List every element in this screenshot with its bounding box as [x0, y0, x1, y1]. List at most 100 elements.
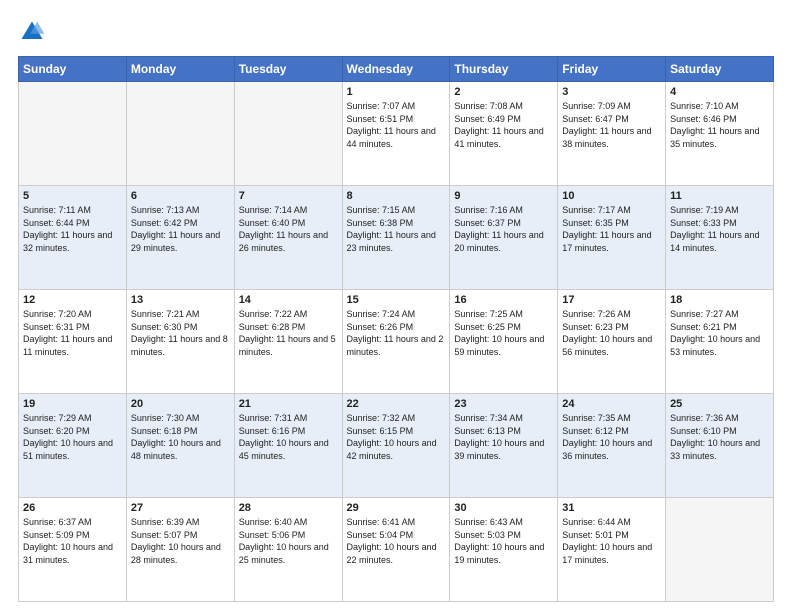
day-info: Sunrise: 7:19 AM Sunset: 6:33 PM Dayligh… — [670, 204, 769, 254]
calendar-week-row: 12 Sunrise: 7:20 AM Sunset: 6:31 PM Dayli… — [19, 290, 774, 394]
calendar-cell: 20 Sunrise: 7:30 AM Sunset: 6:18 PM Dayli… — [126, 394, 234, 498]
day-info: Sunrise: 7:34 AM Sunset: 6:13 PM Dayligh… — [454, 412, 553, 462]
day-number: 21 — [239, 398, 338, 410]
day-number: 13 — [131, 294, 230, 306]
calendar-header-tuesday: Tuesday — [234, 57, 342, 82]
day-number: 15 — [347, 294, 446, 306]
day-info: Sunrise: 6:39 AM Sunset: 5:07 PM Dayligh… — [131, 516, 230, 566]
calendar-week-row: 19Sunrise: 7:29 AM Sunset: 6:20 PM Dayli… — [19, 394, 774, 498]
calendar-cell — [234, 82, 342, 186]
calendar-cell: 17 Sunrise: 7:26 AM Sunset: 6:23 PM Dayli… — [558, 290, 666, 394]
day-number: 18 — [670, 294, 769, 306]
calendar-cell: 9Sunrise: 7:16 AM Sunset: 6:37 PM Daylig… — [450, 186, 558, 290]
day-number: 24 — [562, 398, 661, 410]
day-info: Sunrise: 7:10 AM Sunset: 6:46 PM Dayligh… — [670, 100, 769, 150]
day-number: 19 — [23, 398, 122, 410]
day-number: 31 — [562, 502, 661, 514]
calendar-cell: 10Sunrise: 7:17 AM Sunset: 6:35 PM Dayli… — [558, 186, 666, 290]
day-info: Sunrise: 7:07 AM Sunset: 6:51 PM Dayligh… — [347, 100, 446, 150]
calendar-cell — [126, 82, 234, 186]
day-info: Sunrise: 7:14 AM Sunset: 6:40 PM Dayligh… — [239, 204, 338, 254]
day-number: 5 — [23, 190, 122, 202]
day-number: 25 — [670, 398, 769, 410]
calendar-cell: 31 Sunrise: 6:44 AM Sunset: 5:01 PM Dayli… — [558, 498, 666, 602]
day-info: Sunrise: 6:44 AM Sunset: 5:01 PM Dayligh… — [562, 516, 661, 566]
calendar-cell: 26Sunrise: 6:37 AM Sunset: 5:09 PM Dayli… — [19, 498, 127, 602]
calendar-cell: 30 Sunrise: 6:43 AM Sunset: 5:03 PM Dayli… — [450, 498, 558, 602]
day-number: 2 — [454, 86, 553, 98]
day-number: 4 — [670, 86, 769, 98]
calendar-cell — [19, 82, 127, 186]
day-number: 23 — [454, 398, 553, 410]
day-info: Sunrise: 6:40 AM Sunset: 5:06 PM Dayligh… — [239, 516, 338, 566]
calendar-cell: 29 Sunrise: 6:41 AM Sunset: 5:04 PM Dayli… — [342, 498, 450, 602]
day-info: Sunrise: 7:24 AM Sunset: 6:26 PM Dayligh… — [347, 308, 446, 358]
calendar-cell: 28 Sunrise: 6:40 AM Sunset: 5:06 PM Dayli… — [234, 498, 342, 602]
calendar-cell: 7Sunrise: 7:14 AM Sunset: 6:40 PM Daylig… — [234, 186, 342, 290]
calendar-cell: 5 Sunrise: 7:11 AM Sunset: 6:44 PM Daylig… — [19, 186, 127, 290]
calendar-header-row: SundayMondayTuesdayWednesdayThursdayFrid… — [19, 57, 774, 82]
day-info: Sunrise: 7:35 AM Sunset: 6:12 PM Dayligh… — [562, 412, 661, 462]
day-number: 12 — [23, 294, 122, 306]
calendar-header-friday: Friday — [558, 57, 666, 82]
calendar-cell: 25 Sunrise: 7:36 AM Sunset: 6:10 PM Dayli… — [666, 394, 774, 498]
day-number: 16 — [454, 294, 553, 306]
logo-icon — [18, 18, 46, 46]
day-info: Sunrise: 7:17 AM Sunset: 6:35 PM Dayligh… — [562, 204, 661, 254]
day-number: 11 — [670, 190, 769, 202]
day-number: 8 — [347, 190, 446, 202]
day-number: 22 — [347, 398, 446, 410]
calendar-header-saturday: Saturday — [666, 57, 774, 82]
day-info: Sunrise: 7:09 AM Sunset: 6:47 PM Dayligh… — [562, 100, 661, 150]
day-info: Sunrise: 7:15 AM Sunset: 6:38 PM Dayligh… — [347, 204, 446, 254]
day-number: 1 — [347, 86, 446, 98]
calendar-cell: 15 Sunrise: 7:24 AM Sunset: 6:26 PM Dayli… — [342, 290, 450, 394]
calendar-cell: 22 Sunrise: 7:32 AM Sunset: 6:15 PM Dayli… — [342, 394, 450, 498]
day-number: 27 — [131, 502, 230, 514]
calendar-cell: 23 Sunrise: 7:34 AM Sunset: 6:13 PM Dayli… — [450, 394, 558, 498]
calendar-header-sunday: Sunday — [19, 57, 127, 82]
calendar-header-thursday: Thursday — [450, 57, 558, 82]
calendar-cell: 13 Sunrise: 7:21 AM Sunset: 6:30 PM Dayli… — [126, 290, 234, 394]
calendar-table: SundayMondayTuesdayWednesdayThursdayFrid… — [18, 56, 774, 602]
day-info: Sunrise: 7:21 AM Sunset: 6:30 PM Dayligh… — [131, 308, 230, 358]
day-info: Sunrise: 7:32 AM Sunset: 6:15 PM Dayligh… — [347, 412, 446, 462]
calendar-cell: 2 Sunrise: 7:08 AM Sunset: 6:49 PM Daylig… — [450, 82, 558, 186]
day-info: Sunrise: 7:22 AM Sunset: 6:28 PM Dayligh… — [239, 308, 338, 358]
day-number: 26 — [23, 502, 122, 514]
day-info: Sunrise: 7:20 AM Sunset: 6:31 PM Dayligh… — [23, 308, 122, 358]
day-number: 28 — [239, 502, 338, 514]
day-info: Sunrise: 7:11 AM Sunset: 6:44 PM Dayligh… — [23, 204, 122, 254]
calendar-cell: 4 Sunrise: 7:10 AM Sunset: 6:46 PM Daylig… — [666, 82, 774, 186]
day-info: Sunrise: 6:43 AM Sunset: 5:03 PM Dayligh… — [454, 516, 553, 566]
calendar-week-row: 1 Sunrise: 7:07 AM Sunset: 6:51 PM Daylig… — [19, 82, 774, 186]
day-info: Sunrise: 6:41 AM Sunset: 5:04 PM Dayligh… — [347, 516, 446, 566]
calendar-cell: 27 Sunrise: 6:39 AM Sunset: 5:07 PM Dayli… — [126, 498, 234, 602]
calendar-cell: 6Sunrise: 7:13 AM Sunset: 6:42 PM Daylig… — [126, 186, 234, 290]
calendar-week-row: 26Sunrise: 6:37 AM Sunset: 5:09 PM Dayli… — [19, 498, 774, 602]
day-info: Sunrise: 7:26 AM Sunset: 6:23 PM Dayligh… — [562, 308, 661, 358]
day-info: Sunrise: 7:08 AM Sunset: 6:49 PM Dayligh… — [454, 100, 553, 150]
day-number: 20 — [131, 398, 230, 410]
calendar-cell: 8 Sunrise: 7:15 AM Sunset: 6:38 PM Daylig… — [342, 186, 450, 290]
calendar-cell: 19Sunrise: 7:29 AM Sunset: 6:20 PM Dayli… — [19, 394, 127, 498]
calendar-cell: 24 Sunrise: 7:35 AM Sunset: 6:12 PM Dayli… — [558, 394, 666, 498]
day-info: Sunrise: 7:36 AM Sunset: 6:10 PM Dayligh… — [670, 412, 769, 462]
calendar-cell: 11 Sunrise: 7:19 AM Sunset: 6:33 PM Dayli… — [666, 186, 774, 290]
day-info: Sunrise: 7:13 AM Sunset: 6:42 PM Dayligh… — [131, 204, 230, 254]
logo — [18, 18, 50, 46]
day-info: Sunrise: 7:25 AM Sunset: 6:25 PM Dayligh… — [454, 308, 553, 358]
day-number: 3 — [562, 86, 661, 98]
day-info: Sunrise: 7:30 AM Sunset: 6:18 PM Dayligh… — [131, 412, 230, 462]
calendar-cell: 12 Sunrise: 7:20 AM Sunset: 6:31 PM Dayli… — [19, 290, 127, 394]
day-number: 9 — [454, 190, 553, 202]
day-number: 17 — [562, 294, 661, 306]
day-number: 30 — [454, 502, 553, 514]
calendar-cell: 14Sunrise: 7:22 AM Sunset: 6:28 PM Dayli… — [234, 290, 342, 394]
calendar-cell: 16 Sunrise: 7:25 AM Sunset: 6:25 PM Dayli… — [450, 290, 558, 394]
calendar-week-row: 5 Sunrise: 7:11 AM Sunset: 6:44 PM Daylig… — [19, 186, 774, 290]
calendar-cell: 3 Sunrise: 7:09 AM Sunset: 6:47 PM Daylig… — [558, 82, 666, 186]
calendar-header-wednesday: Wednesday — [342, 57, 450, 82]
calendar-cell: 21Sunrise: 7:31 AM Sunset: 6:16 PM Dayli… — [234, 394, 342, 498]
day-number: 29 — [347, 502, 446, 514]
